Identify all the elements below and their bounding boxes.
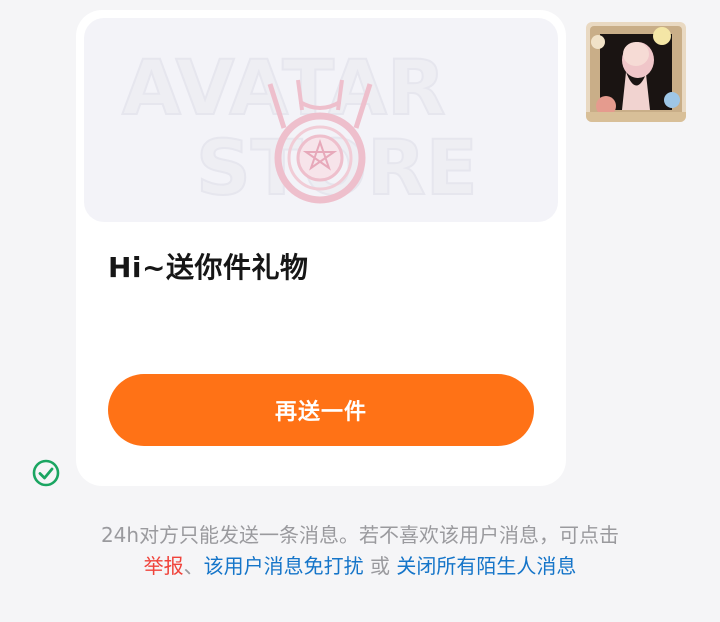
notice-text: 24h对方只能发送一条消息。若不喜欢该用户消息，可点击	[100, 523, 620, 547]
chat-screen: AVATAR STORE Hi~送你件礼物 再送一件	[0, 0, 720, 622]
mute-user-link[interactable]: 该用户消息免打扰	[204, 554, 364, 578]
check-circle-icon	[31, 458, 61, 488]
user-avatar[interactable]	[586, 22, 686, 122]
notice-links-line: 举报、该用户消息免打扰 或 关闭所有陌生人消息	[0, 551, 720, 582]
report-link[interactable]: 举报	[144, 554, 184, 578]
notice-or-text: 或	[363, 554, 397, 578]
gift-banner-image: AVATAR STORE	[84, 18, 558, 222]
avatar-store-logo: AVATAR STORE	[121, 42, 479, 213]
gift-greeting-text: Hi~送你件礼物	[108, 251, 309, 284]
close-stranger-messages-link[interactable]: 关闭所有陌生人消息	[396, 554, 576, 578]
avatar-image	[586, 22, 686, 122]
banner-word-top: AVATAR	[122, 43, 446, 132]
notice-separator: 、	[183, 554, 204, 578]
stranger-message-notice: 24h对方只能发送一条消息。若不喜欢该用户消息，可点击 举报、该用户消息免打扰 …	[0, 520, 720, 582]
send-another-gift-button[interactable]: 再送一件	[108, 374, 534, 446]
gift-message-card[interactable]: AVATAR STORE Hi~送你件礼物 再送一件	[76, 10, 566, 486]
